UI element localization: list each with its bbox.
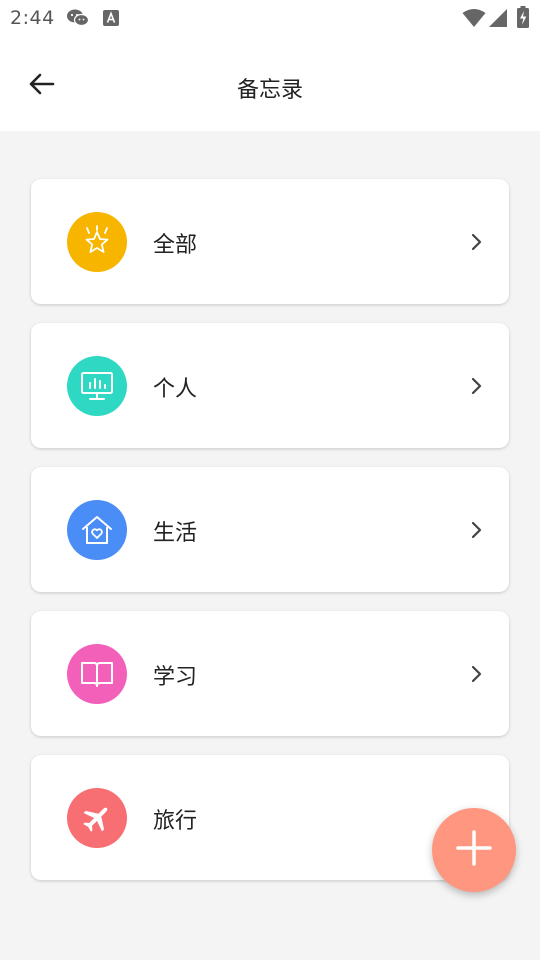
text-a-icon xyxy=(103,10,119,30)
app-bar: 备忘录 xyxy=(0,36,540,131)
category-card-life[interactable]: 生活 xyxy=(31,467,509,592)
home-heart-icon xyxy=(67,500,127,560)
add-button[interactable] xyxy=(432,808,516,892)
category-label: 全部 xyxy=(153,233,198,258)
category-card-study[interactable]: 学习 xyxy=(31,611,509,736)
category-label: 生活 xyxy=(153,521,198,546)
wechat-icon xyxy=(66,8,90,32)
page-title: 备忘录 xyxy=(236,78,303,103)
chevron-right-icon xyxy=(469,520,483,540)
category-label: 个人 xyxy=(153,377,198,402)
status-bar: 2:44 xyxy=(0,0,540,36)
category-card-personal[interactable]: 个人 xyxy=(31,323,509,448)
star-badge-icon xyxy=(67,212,127,272)
status-time: 2:44 xyxy=(10,7,55,29)
monitor-icon xyxy=(67,356,127,416)
chevron-right-icon xyxy=(469,376,483,396)
chevron-right-icon xyxy=(469,664,483,684)
battery-charging-icon xyxy=(517,6,529,32)
category-list: 全部 个人 生活 学习 旅行 xyxy=(31,179,509,899)
wifi-icon xyxy=(462,8,486,32)
plus-icon xyxy=(454,828,494,872)
airplane-icon xyxy=(67,788,127,848)
signal-icon xyxy=(488,8,508,32)
chevron-right-icon xyxy=(469,232,483,252)
category-label: 旅行 xyxy=(153,809,198,834)
category-label: 学习 xyxy=(153,665,198,690)
category-card-all[interactable]: 全部 xyxy=(31,179,509,304)
book-icon xyxy=(67,644,127,704)
